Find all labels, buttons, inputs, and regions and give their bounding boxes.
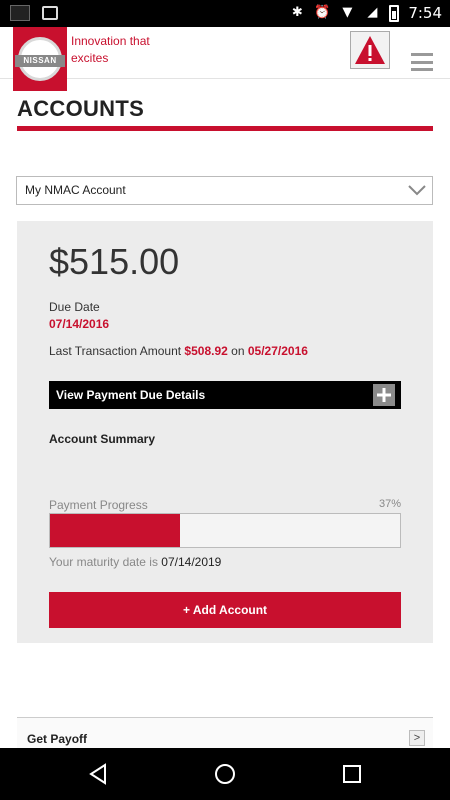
hamburger-menu-icon[interactable] <box>411 53 433 71</box>
nissan-logo[interactable]: NISSAN <box>13 27 67 91</box>
signal-icon: ◢ <box>367 5 378 20</box>
last-transaction-label: Last Transaction Amount <box>49 344 182 358</box>
last-transaction: Last Transaction Amount $508.92 on 05/27… <box>49 344 308 358</box>
battery-icon <box>389 4 400 22</box>
tagline: Innovation that excites <box>71 34 150 65</box>
warning-icon <box>355 36 385 64</box>
app-notification-icon <box>10 5 30 21</box>
details-label: View Payment Due Details <box>56 388 206 402</box>
payment-progress-label: Payment Progress <box>49 498 148 512</box>
maturity-label: Your maturity date is <box>49 555 158 569</box>
logo-brand-text: NISSAN <box>15 55 65 67</box>
alert-button[interactable] <box>350 31 390 69</box>
payment-progress-bar <box>49 513 401 548</box>
home-icon[interactable] <box>213 762 237 786</box>
account-select[interactable]: My NMAC Account <box>16 176 433 205</box>
last-transaction-amount: $508.92 <box>184 344 228 358</box>
due-date-value: 07/14/2016 <box>49 317 110 331</box>
app-header: NISSAN Innovation that excites <box>0 27 450 91</box>
payment-progress-fill <box>50 514 180 547</box>
wifi-icon: ▼ <box>342 5 353 20</box>
get-payoff-label: Get Payoff <box>27 732 88 746</box>
image-notification-icon <box>42 6 58 20</box>
account-select-value: My NMAC Account <box>25 183 126 197</box>
add-account-button[interactable]: + Add Account <box>49 592 401 628</box>
account-summary-heading: Account Summary <box>49 432 156 446</box>
get-payoff-row[interactable]: Get Payoff > <box>17 717 433 748</box>
amount-due: $515.00 <box>49 241 180 282</box>
alarm-icon: ⏰ <box>314 5 331 20</box>
last-transaction-date: 05/27/2016 <box>247 344 308 358</box>
bluetooth-icon: ✱ <box>291 5 303 20</box>
last-transaction-on: on <box>231 344 245 358</box>
maturity-date-value: 07/14/2019 <box>161 555 222 569</box>
chevron-right-icon: > <box>409 730 425 746</box>
view-payment-due-details-button[interactable]: View Payment Due Details <box>49 381 401 409</box>
recents-icon[interactable] <box>340 762 364 786</box>
page-title: ACCOUNTS <box>17 96 145 121</box>
clock: 7:54 <box>408 4 442 22</box>
status-bar: ✱ ⏰ ▼ ◢ 7:54 <box>0 0 450 27</box>
title-divider <box>17 126 433 131</box>
payment-progress-percent: 37% <box>378 498 401 510</box>
plus-icon <box>373 384 395 406</box>
system-nav-bar <box>0 748 450 800</box>
due-date-label: Due Date <box>49 300 100 314</box>
back-icon[interactable] <box>86 762 110 786</box>
account-summary-card: $515.00 Due Date 07/14/2016 Last Transac… <box>17 221 433 643</box>
chevron-down-icon <box>408 185 426 196</box>
maturity-date: Your maturity date is 07/14/2019 <box>49 555 221 569</box>
